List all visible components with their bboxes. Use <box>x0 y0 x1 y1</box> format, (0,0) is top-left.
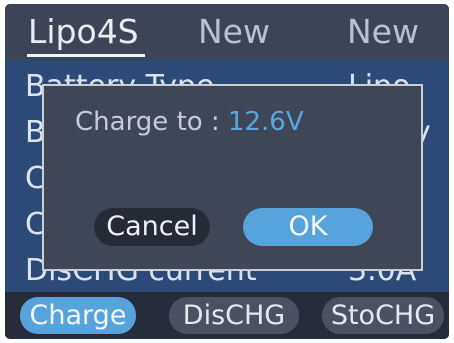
mode-bar: Charge DisCHG StoCHG <box>5 292 449 339</box>
tab-lipo4s[interactable]: Lipo4S <box>28 10 139 54</box>
top-tab-bar: Lipo4S New New <box>5 4 449 60</box>
stochg-mode-button[interactable]: StoCHG <box>322 297 444 334</box>
charge-confirm-dialog: Charge to : 12.6V Cancel OK <box>42 84 423 271</box>
ok-button[interactable]: OK <box>243 208 373 246</box>
cancel-button[interactable]: Cancel <box>94 208 210 246</box>
tab-new-2[interactable]: New <box>347 10 419 54</box>
tab-new-1[interactable]: New <box>198 10 270 54</box>
charger-screen: Lipo4S New New Battery Type Lipo B y C C… <box>5 4 449 339</box>
dialog-message-label: Charge to : <box>75 107 228 137</box>
charge-mode-button[interactable]: Charge <box>20 297 136 334</box>
active-tab-underline <box>27 54 145 57</box>
dischg-mode-button[interactable]: DisCHG <box>169 297 299 334</box>
dialog-message: Charge to : 12.6V <box>75 102 304 142</box>
charge-voltage-value: 12.6V <box>227 107 304 137</box>
